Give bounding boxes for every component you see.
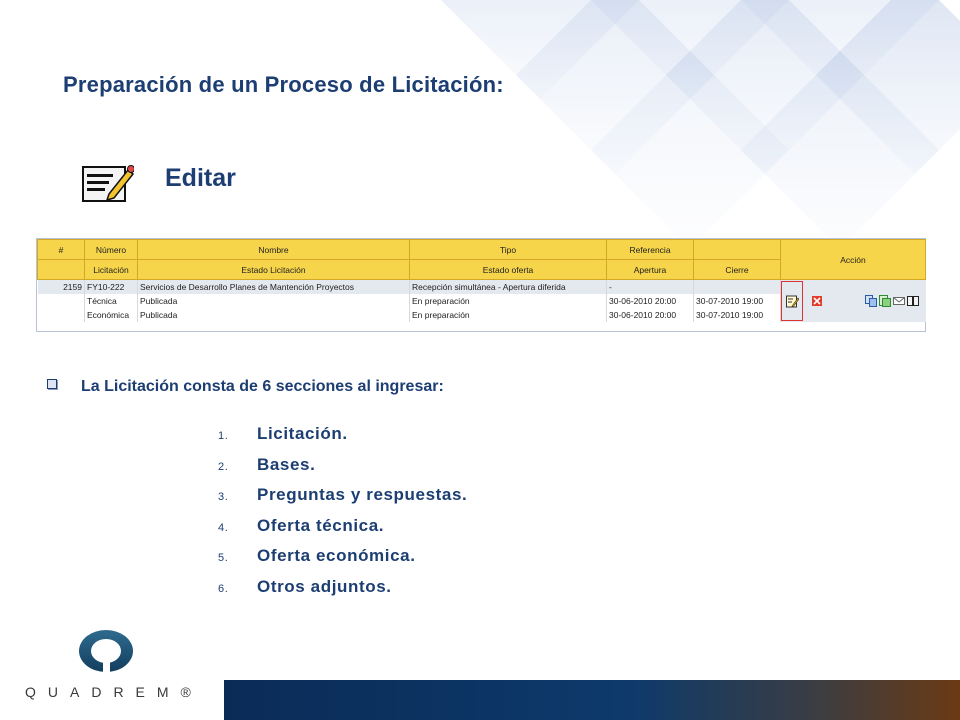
cell-empty bbox=[693, 279, 781, 294]
edit-small-icon[interactable] bbox=[785, 295, 799, 308]
list-item: 4. Oferta técnica. bbox=[218, 515, 385, 535]
footer-bar bbox=[224, 680, 960, 720]
col-header-accion: Acción bbox=[780, 239, 926, 280]
licitaciones-table: # Número Nombre Tipo Referencia Acción L… bbox=[36, 238, 926, 332]
edit-icon bbox=[82, 164, 135, 204]
background-pattern bbox=[0, 0, 960, 720]
list-item: 6. Otros adjuntos. bbox=[218, 576, 392, 596]
sections-list: 1. Licitación. 2. Bases. 3. Preguntas y res… bbox=[218, 424, 467, 607]
subheader-estado-licitacion: Estado Licitación bbox=[137, 259, 410, 280]
cell-tipo: En preparación bbox=[409, 294, 607, 308]
subheader-apertura: Apertura bbox=[606, 259, 694, 280]
copy-icon[interactable] bbox=[864, 295, 877, 307]
list-item: 3. Preguntas y respuestas. bbox=[218, 485, 468, 504]
cell-referencia: 30-06-2010 20:00 bbox=[606, 308, 694, 322]
cell-id bbox=[37, 294, 85, 308]
cell-numero: Técnica bbox=[84, 294, 138, 308]
export-icon[interactable] bbox=[878, 295, 891, 307]
cell-tipo: En preparación bbox=[409, 308, 607, 322]
cell-numero: Económica bbox=[84, 308, 138, 322]
quadrem-logo-mark-icon bbox=[79, 630, 133, 674]
page-title: Preparación de un Proceso de Licitación: bbox=[63, 72, 504, 97]
cell-tipo: Recepción simultánea - Apertura diferida bbox=[409, 279, 607, 294]
list-item: 2. Bases. bbox=[218, 454, 316, 474]
cell-numero[interactable]: FY10-222 bbox=[84, 279, 138, 294]
cell-cierre: 30-07-2010 19:00 bbox=[693, 308, 781, 322]
intro-bullet: La Licitación consta de 6 secciones al i… bbox=[47, 378, 444, 396]
list-item: 1. Licitación. bbox=[218, 424, 348, 443]
col-header-nombre: Nombre bbox=[137, 239, 410, 260]
col-header-tipo: Tipo bbox=[409, 239, 607, 260]
list-item: 5. Oferta económica. bbox=[218, 546, 416, 565]
subheader-cierre: Cierre bbox=[693, 259, 781, 280]
mail-icon[interactable] bbox=[892, 295, 905, 307]
cell-nombre: Publicada bbox=[137, 308, 410, 322]
col-header-empty bbox=[693, 239, 781, 260]
cell-id bbox=[37, 308, 85, 322]
col-header-referencia: Referencia bbox=[606, 239, 694, 260]
quadrem-logo-text: QUADREM® bbox=[25, 684, 203, 700]
table-row[interactable]: 2159 FY10-222 Servicios de Desarrollo Pl… bbox=[37, 279, 926, 322]
subheader-estado-oferta: Estado oferta bbox=[409, 259, 607, 280]
edit-action-button[interactable] bbox=[781, 281, 803, 321]
intro-text: La Licitación consta de 6 secciones al i… bbox=[81, 378, 444, 395]
edit-heading: Editar bbox=[165, 164, 236, 192]
subheader-licitacion: Licitación bbox=[84, 259, 138, 280]
book-icon[interactable] bbox=[906, 295, 919, 307]
col-header-numero: Número bbox=[84, 239, 138, 260]
cell-referencia: - bbox=[606, 279, 694, 294]
cell-cierre: 30-07-2010 19:00 bbox=[693, 294, 781, 308]
action-cell bbox=[780, 279, 926, 322]
bullet-square-icon bbox=[47, 379, 57, 389]
cell-id: 2159 bbox=[37, 279, 85, 294]
cell-nombre: Publicada bbox=[137, 294, 410, 308]
subheader-empty bbox=[37, 259, 85, 280]
col-header-hash: # bbox=[37, 239, 85, 260]
delete-icon[interactable] bbox=[812, 296, 822, 306]
cell-referencia: 30-06-2010 20:00 bbox=[606, 294, 694, 308]
table-header-row: # Número Nombre Tipo Referencia Acción bbox=[37, 239, 926, 280]
cell-nombre: Servicios de Desarrollo Planes de Manten… bbox=[137, 279, 410, 294]
quadrem-logo: QUADREM® bbox=[25, 628, 200, 708]
